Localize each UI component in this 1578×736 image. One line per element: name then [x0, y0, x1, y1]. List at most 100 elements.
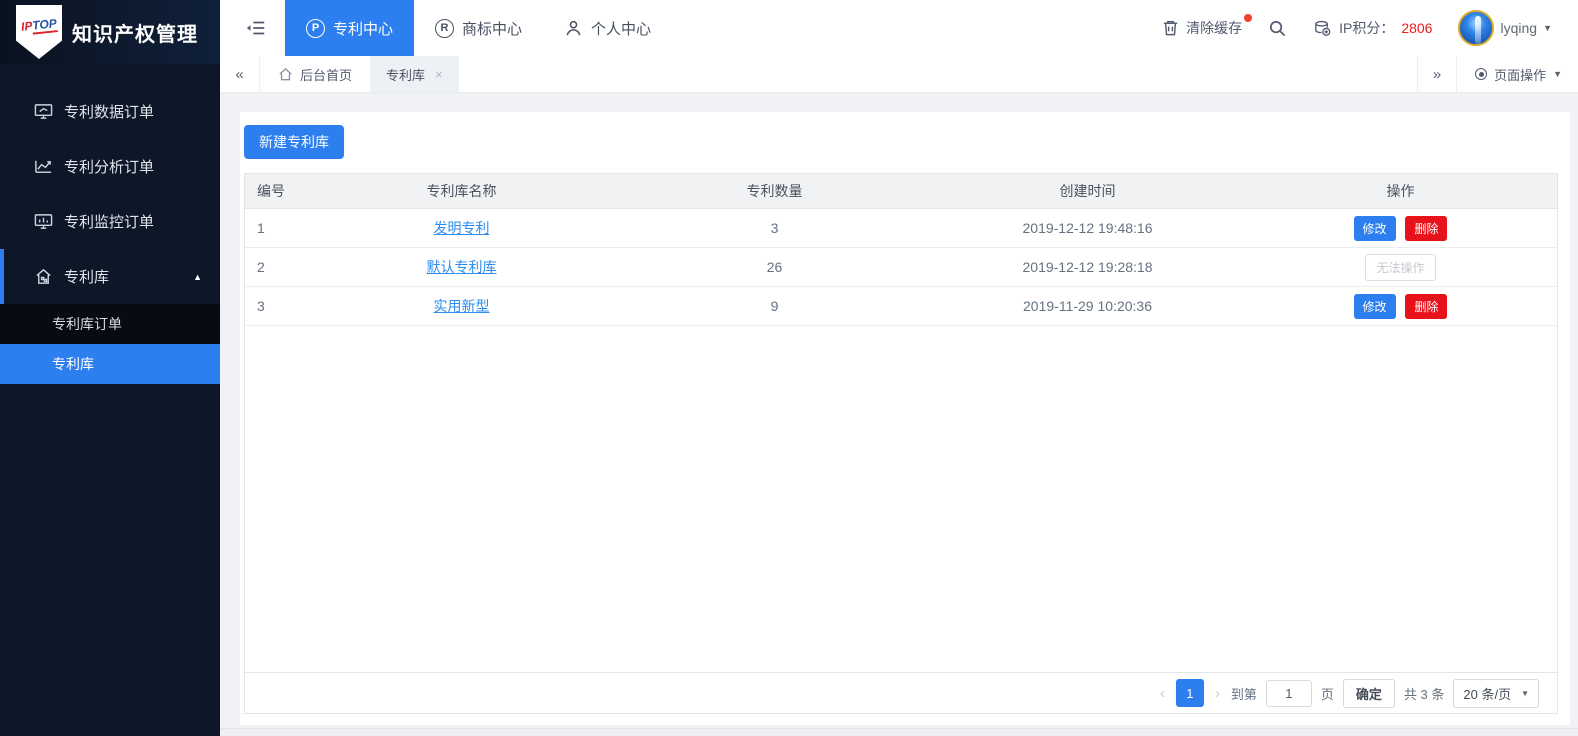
cell-count: 9 — [618, 298, 931, 314]
confirm-page-button[interactable]: 确定 — [1343, 679, 1395, 708]
main-content: 新建专利库 编号 专利库名称 专利数量 创建时间 操作 1 发明专利 3 201… — [220, 93, 1578, 736]
sidebar-item-patent-library-parent[interactable]: 专利库 ▲ — [0, 249, 220, 304]
chevron-down-icon: ▼ — [1521, 689, 1529, 698]
new-patent-library-button[interactable]: 新建专利库 — [244, 125, 344, 159]
ip-points[interactable]: IP积分： 2806 — [1313, 18, 1432, 38]
home-icon — [278, 67, 293, 82]
clear-cache-button[interactable]: 清除缓存 — [1162, 18, 1242, 38]
cell-count: 26 — [618, 259, 931, 275]
footer-strip — [220, 728, 1578, 736]
sidebar-subitem-label: 专利库 — [52, 354, 94, 374]
pagination: ‹ 1 › 到第 页 确定 共 3 条 20 条/页 ▼ — [245, 672, 1557, 713]
goto-page-input[interactable] — [1266, 680, 1312, 707]
column-header-id: 编号 — [245, 181, 305, 201]
edit-button[interactable]: 修改 — [1354, 294, 1396, 319]
circle-r-icon: R — [435, 19, 454, 38]
cell-created: 2019-12-12 19:28:18 — [931, 259, 1244, 275]
cell-created: 2019-11-29 10:20:36 — [931, 298, 1244, 314]
sidebar-item-label: 专利数据订单 — [64, 101, 154, 122]
tag-label: 后台首页 — [300, 65, 352, 84]
tag-label: 专利库 — [386, 65, 425, 84]
ip-points-value: 2806 — [1401, 20, 1432, 36]
patent-library-link[interactable]: 默认专利库 — [427, 259, 497, 275]
cell-count: 3 — [618, 220, 931, 236]
coins-stack-icon — [1313, 19, 1332, 38]
content-panel: 新建专利库 编号 专利库名称 专利数量 创建时间 操作 1 发明专利 3 201… — [240, 112, 1570, 725]
circle-p-icon: P — [306, 19, 325, 38]
sidebar-item-label: 专利分析订单 — [64, 156, 154, 177]
chevron-down-icon: ▼ — [1543, 23, 1552, 33]
monitor-share-icon — [33, 102, 53, 122]
total-count-label: 共 3 条 — [1404, 684, 1444, 703]
cell-id: 3 — [245, 298, 305, 314]
sidebar-item-patent-monitor-orders[interactable]: 专利监控订单 — [0, 194, 220, 249]
library-home-icon — [33, 267, 53, 287]
cell-id: 1 — [245, 220, 305, 236]
page-size-select[interactable]: 20 条/页 ▼ — [1453, 679, 1539, 708]
tags-scroll-left-icon[interactable]: « — [220, 56, 260, 92]
tab-label: 专利中心 — [333, 18, 393, 39]
table-empty-area — [245, 326, 1557, 672]
table-row: 1 发明专利 3 2019-12-12 19:48:16 修改 删除 — [245, 209, 1557, 248]
username: lyqing — [1500, 20, 1537, 36]
sidebar-item-patent-library-orders[interactable]: 专利库订单 — [0, 304, 220, 344]
patent-library-link[interactable]: 实用新型 — [434, 298, 490, 314]
page-operations-dropdown[interactable]: 页面操作 ▼ — [1457, 56, 1578, 92]
trend-chart-icon — [33, 157, 53, 177]
ip-points-label: IP积分： — [1339, 18, 1394, 38]
sidebar-subitem-label: 专利库订单 — [52, 314, 122, 334]
table-header-row: 编号 专利库名称 专利数量 创建时间 操作 — [245, 174, 1557, 209]
logo-top-text: TOP — [32, 16, 58, 34]
patent-library-table: 编号 专利库名称 专利数量 创建时间 操作 1 发明专利 3 2019-12-1… — [244, 173, 1558, 714]
user-menu[interactable]: lyqing ▼ — [1458, 10, 1552, 46]
tag-patent-library[interactable]: 专利库 × — [370, 56, 459, 92]
iptop-logo-text: IPTOP — [20, 16, 57, 34]
notification-dot — [1244, 14, 1252, 22]
column-header-actions: 操作 — [1244, 181, 1557, 201]
current-page-button[interactable]: 1 — [1176, 679, 1204, 707]
sidebar-item-patent-analysis-orders[interactable]: 专利分析订单 — [0, 139, 220, 194]
tag-backend-home[interactable]: 后台首页 — [260, 56, 370, 92]
sidebar: IPTOP 知识产权管理 专利数据订单 专利分析订单 — [0, 0, 220, 736]
column-header-name: 专利库名称 — [305, 181, 618, 201]
app-root: IPTOP 知识产权管理 专利数据订单 专利分析订单 — [0, 0, 1578, 736]
caret-up-icon: ▲ — [193, 272, 202, 282]
table-row: 2 默认专利库 26 2019-12-12 19:28:18 无法操作 — [245, 248, 1557, 287]
sidebar-item-label: 专利库 — [64, 266, 109, 287]
sidebar-submenu: 专利库订单 专利库 — [0, 304, 220, 384]
table-row: 3 实用新型 9 2019-11-29 10:20:36 修改 删除 — [245, 287, 1557, 326]
page-operations-label: 页面操作 — [1494, 65, 1546, 84]
avatar[interactable] — [1458, 10, 1494, 46]
sidebar-collapse-icon[interactable] — [245, 17, 267, 39]
sidebar-menu: 专利数据订单 专利分析订单 专利监控订单 — [0, 84, 220, 384]
page-size-value: 20 条/页 — [1463, 684, 1511, 703]
user-outline-icon — [564, 19, 583, 38]
goto-page-prefix: 到第 — [1231, 684, 1257, 703]
close-icon[interactable]: × — [435, 67, 443, 82]
patent-library-link[interactable]: 发明专利 — [434, 220, 490, 236]
tab-patent-center[interactable]: P 专利中心 — [285, 0, 414, 56]
delete-button[interactable]: 删除 — [1405, 294, 1447, 319]
column-header-created: 创建时间 — [931, 181, 1244, 201]
tags-scroll-right-icon[interactable]: » — [1417, 56, 1457, 92]
tab-label: 商标中心 — [462, 18, 522, 39]
edit-button[interactable]: 修改 — [1354, 216, 1396, 241]
search-button[interactable] — [1268, 19, 1287, 38]
column-header-count: 专利数量 — [618, 181, 931, 201]
search-icon — [1268, 19, 1287, 38]
radio-dot-icon — [1475, 68, 1487, 80]
iptop-logo: IPTOP — [16, 5, 62, 59]
sidebar-item-patent-library[interactable]: 专利库 — [0, 344, 220, 384]
monitor-bars-icon — [33, 212, 53, 232]
cell-id: 2 — [245, 259, 305, 275]
prev-page-icon[interactable]: ‹ — [1158, 685, 1167, 702]
next-page-icon[interactable]: › — [1213, 685, 1222, 702]
app-title: 知识产权管理 — [72, 18, 198, 47]
tab-label: 个人中心 — [591, 18, 651, 39]
tab-personal-center[interactable]: 个人中心 — [543, 0, 672, 56]
chevron-down-icon: ▼ — [1553, 69, 1562, 79]
topbar: P 专利中心 R 商标中心 个人中心 清除缓存 — [220, 0, 1578, 56]
delete-button[interactable]: 删除 — [1405, 216, 1447, 241]
sidebar-item-patent-data-orders[interactable]: 专利数据订单 — [0, 84, 220, 139]
tab-trademark-center[interactable]: R 商标中心 — [414, 0, 543, 56]
